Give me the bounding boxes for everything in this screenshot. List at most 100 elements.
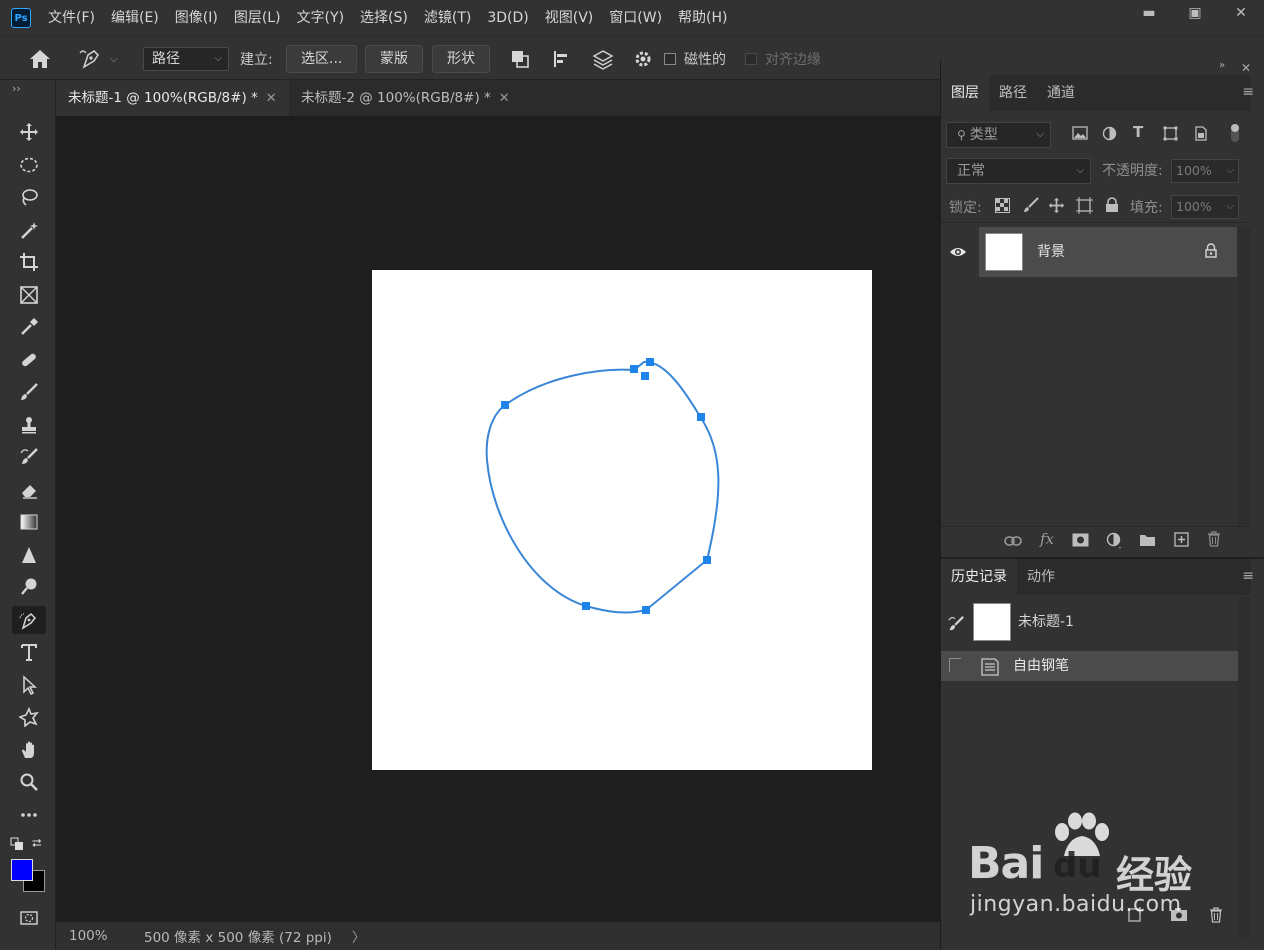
quick-mask-icon[interactable] [12,904,46,932]
gear-icon[interactable] [633,45,653,73]
smart-object-filter-icon[interactable] [1194,126,1208,145]
more-icon[interactable] [12,801,46,829]
panel-menu-icon[interactable]: ≡ [1242,84,1254,100]
history-source-checkbox[interactable] [949,658,961,672]
home-icon[interactable] [28,45,52,73]
collapse-toolbar-icon[interactable]: ›› [12,82,21,95]
add-mask-icon[interactable] [1072,533,1089,551]
history-brush-source-icon[interactable] [947,615,965,637]
maximize-button[interactable]: ▣ [1172,0,1218,26]
history-scrollbar[interactable] [1238,597,1251,937]
new-layer-icon[interactable] [1174,532,1189,551]
new-group-folder-icon[interactable] [1139,533,1156,551]
frame-icon[interactable] [12,281,46,309]
blend-mode-select[interactable]: 正常 ⌵ [946,158,1091,184]
status-menu-arrow[interactable]: 〉 [352,926,366,946]
custom-shape-icon[interactable] [12,703,46,731]
make-selection-button[interactable]: 选区... [286,45,358,73]
crop-icon[interactable] [12,248,46,276]
hand-icon[interactable] [12,736,46,764]
filter-toggle[interactable] [1231,124,1239,142]
close-tab-icon[interactable]: ✕ [266,91,277,106]
stamp-icon[interactable] [12,411,46,439]
blur-icon[interactable] [12,541,46,569]
freeform-pen-icon[interactable] [12,606,46,634]
lock-all-icon[interactable] [1105,197,1119,217]
make-mask-button[interactable]: 蒙版 [365,45,423,73]
path-operations-icon[interactable] [510,45,530,73]
close-tab-icon[interactable]: ✕ [499,91,510,106]
menu-window[interactable]: 窗口(W) [601,0,670,36]
healing-brush-icon[interactable] [12,346,46,374]
menu-edit[interactable]: 编辑(E) [103,0,167,36]
tab-actions[interactable]: 动作 [1017,559,1065,595]
lock-position-icon[interactable] [1048,197,1065,218]
delete-state-trash-icon[interactable] [1209,907,1223,927]
layer-name[interactable]: 背景 [1037,241,1065,261]
document-canvas[interactable] [372,270,872,770]
move-icon[interactable] [12,118,46,146]
layer-lock-icon[interactable] [1205,243,1217,262]
menu-view[interactable]: 视图(V) [537,0,602,36]
delete-layer-trash-icon[interactable] [1207,531,1221,551]
shape-filter-icon[interactable] [1163,126,1178,145]
tab-layers[interactable]: 图层 [941,75,989,111]
close-button[interactable]: ✕ [1218,0,1264,26]
align-edges-checkbox[interactable] [745,53,757,65]
history-brush-icon[interactable] [12,443,46,471]
layer-filter-select[interactable]: ⚲ 类型 ⌵ [946,122,1051,148]
anchor-point[interactable] [501,401,509,409]
lasso-icon[interactable] [12,183,46,211]
document-tab-2[interactable]: 未标题-2 @ 100%(RGB/8#) * ✕ [289,80,522,116]
image-filter-icon[interactable] [1072,126,1088,144]
work-path[interactable] [372,270,872,770]
menu-layer[interactable]: 图层(L) [226,0,289,36]
history-state-row[interactable]: 自由钢笔 [941,651,1238,681]
menu-type[interactable]: 文字(Y) [289,0,352,36]
minimize-button[interactable]: ▬ [1126,0,1172,26]
lock-image-pixels-icon[interactable] [1023,197,1039,217]
magnetic-checkbox[interactable] [664,53,676,65]
history-panel-menu-icon[interactable]: ≡ [1242,568,1254,584]
eraser-icon[interactable] [12,476,46,504]
anchor-point[interactable] [582,602,590,610]
adjustment-filter-icon[interactable] [1102,126,1117,145]
layer-visibility-eye-icon[interactable] [949,245,967,263]
path-select-icon[interactable] [12,671,46,699]
layer-style-fx-icon[interactable]: fx [1040,530,1054,548]
layer-row-background[interactable]: 背景 [979,227,1237,277]
lock-transparent-pixels-icon[interactable] [995,198,1010,217]
anchor-point[interactable] [646,358,654,366]
history-snapshot-row[interactable]: 未标题-1 [941,597,1238,649]
path-arrangement-icon[interactable] [591,45,615,73]
document-tab-1[interactable]: 未标题-1 @ 100%(RGB/8#) * ✕ [56,80,289,116]
fill-input[interactable]: 100% ⌵ [1171,195,1239,219]
gradient-icon[interactable] [12,508,46,536]
opacity-input[interactable]: 100% ⌵ [1171,159,1239,183]
brush-icon[interactable] [12,378,46,406]
path-alignment-icon[interactable] [552,45,572,73]
zoom-icon[interactable] [12,768,46,796]
tab-channels[interactable]: 通道 [1037,75,1085,111]
eyedropper-icon[interactable] [12,313,46,341]
freeform-pen-preset-icon[interactable]: ⌵ [78,45,118,73]
close-panels-icon[interactable]: ✕ [1241,61,1251,75]
menu-file[interactable]: 文件(F) [40,0,103,36]
menu-help[interactable]: 帮助(H) [670,0,735,36]
menu-image[interactable]: 图像(I) [167,0,226,36]
menu-3d[interactable]: 3D(D) [479,0,536,36]
tab-paths[interactable]: 路径 [989,75,1037,111]
anchor-point[interactable] [697,413,705,421]
mode-select[interactable]: 路径 ⌵ [143,47,229,71]
lock-artboard-icon[interactable] [1076,197,1093,218]
default-colors-icon[interactable] [10,837,24,855]
zoom-level[interactable]: 100% [69,928,131,944]
marquee-icon[interactable] [12,151,46,179]
menu-select[interactable]: 选择(S) [352,0,416,36]
anchor-points[interactable] [501,358,711,614]
anchor-point[interactable] [642,606,650,614]
collapse-panels-icon[interactable]: » [1219,60,1225,71]
link-layers-icon[interactable] [1004,533,1022,551]
menu-filter[interactable]: 滤镜(T) [416,0,479,36]
anchor-point[interactable] [641,372,649,380]
